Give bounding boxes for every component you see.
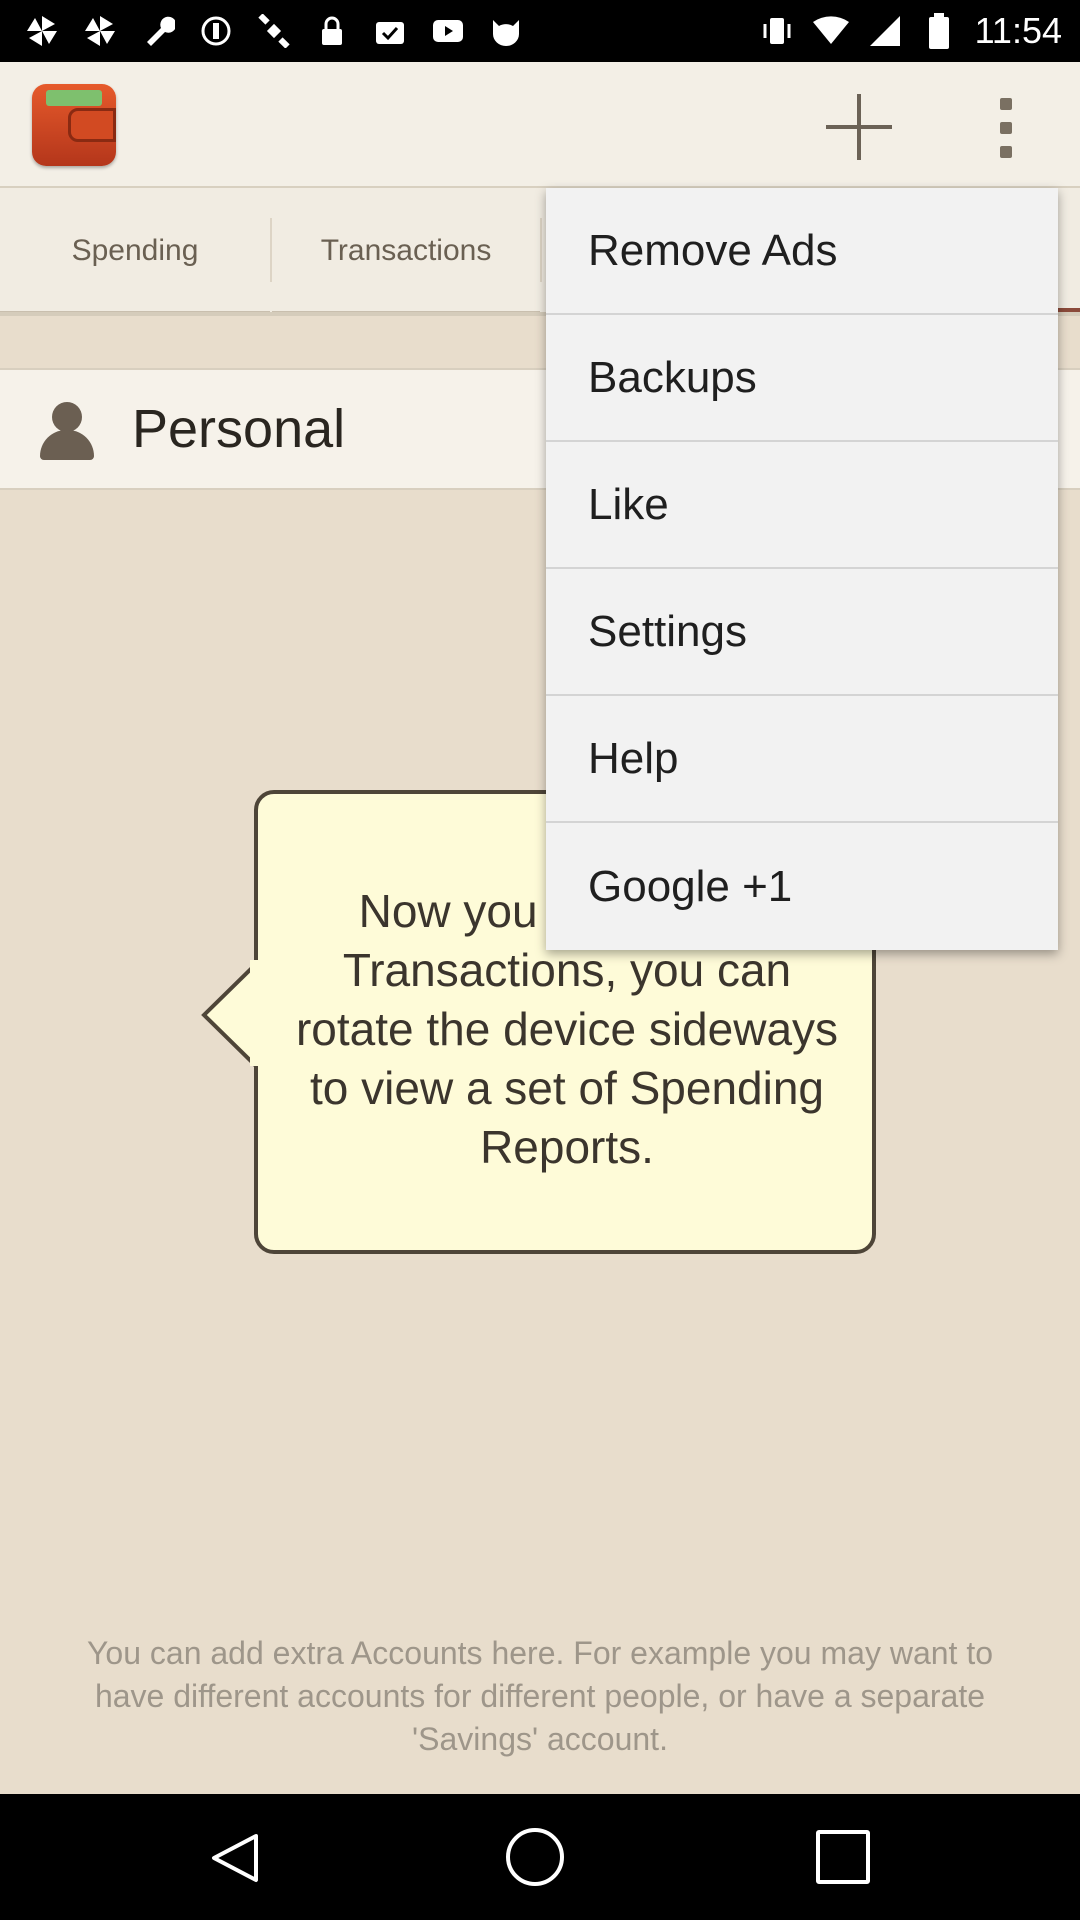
wallet-logo-icon[interactable] — [32, 84, 116, 166]
menu-item-google-plus-one[interactable]: Google +1 — [546, 823, 1058, 950]
menu-item-help[interactable]: Help — [546, 696, 1058, 823]
overflow-menu-button[interactable] — [990, 98, 1022, 158]
pinwheel-icon — [24, 13, 60, 49]
cat-face-icon — [488, 13, 524, 49]
add-button[interactable] — [826, 94, 892, 160]
menu-item-like[interactable]: Like — [546, 442, 1058, 569]
wifi-icon — [812, 13, 849, 49]
tab-divider — [540, 218, 542, 282]
lock-icon — [314, 13, 350, 49]
notification-icons — [0, 13, 759, 49]
callout-joint — [250, 960, 260, 1066]
person-icon — [40, 402, 94, 460]
video-play-icon — [430, 13, 466, 49]
home-icon[interactable] — [506, 1828, 564, 1886]
status-clock: 11:54 — [974, 10, 1062, 51]
navigation-bar — [0, 1794, 1080, 1920]
recent-apps-icon[interactable] — [816, 1830, 870, 1884]
satellite-icon — [256, 13, 292, 49]
overflow-popup-menu: Remove Ads Backups Like Settings Help Go… — [546, 188, 1058, 950]
account-name: Personal — [132, 399, 346, 459]
status-bar: 11:54 — [0, 0, 1080, 62]
task-done-icon — [372, 13, 408, 49]
app-bar — [0, 62, 1080, 188]
accounts-hint-text: You can add extra Accounts here. For exa… — [87, 1635, 993, 1757]
tab-spending[interactable]: Spending — [0, 220, 270, 282]
sync-disabled-icon — [198, 13, 234, 49]
menu-item-remove-ads[interactable]: Remove Ads — [546, 188, 1058, 315]
menu-item-backups[interactable]: Backups — [546, 315, 1058, 442]
signal-icon — [867, 13, 903, 49]
back-icon[interactable] — [210, 1832, 260, 1884]
tab-transactions[interactable]: Transactions — [272, 220, 540, 282]
vibrate-icon — [759, 13, 795, 49]
battery-icon — [921, 13, 957, 49]
wrench-icon — [140, 13, 176, 49]
system-status: 11:54 — [759, 10, 1080, 52]
pinwheel-icon — [82, 13, 118, 49]
menu-item-settings[interactable]: Settings — [546, 569, 1058, 696]
